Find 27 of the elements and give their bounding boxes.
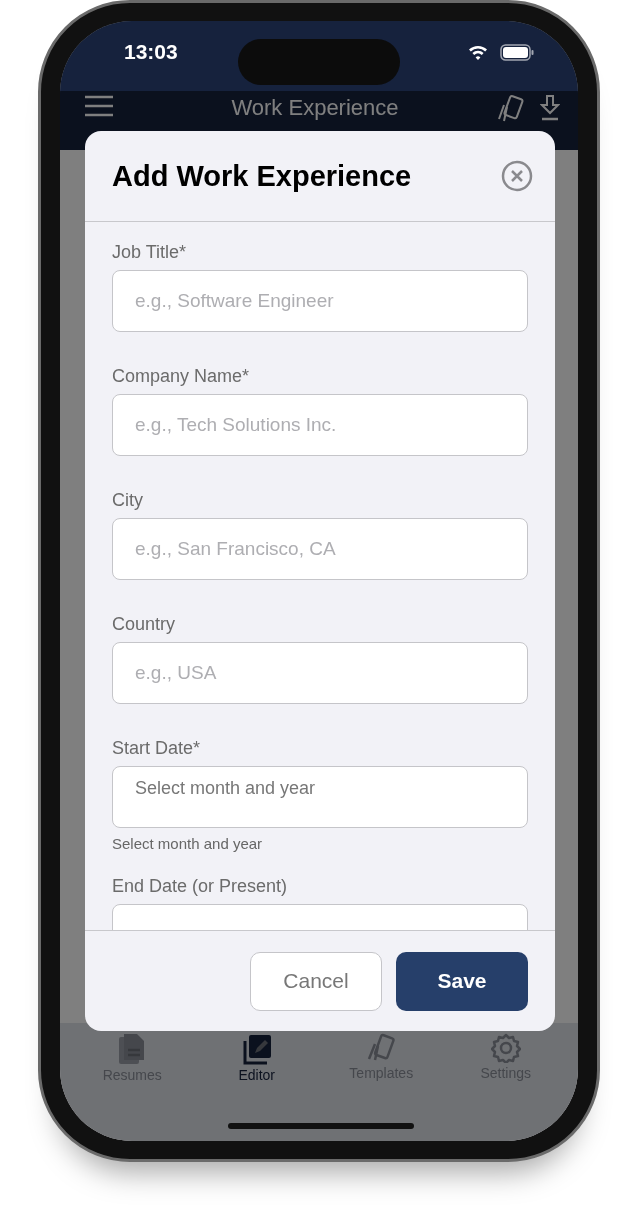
edit-icon: [241, 1033, 272, 1065]
input-field[interactable]: e.g., Software Engineer: [112, 270, 528, 332]
input-field[interactable]: e.g., Tech Solutions Inc.: [112, 394, 528, 456]
input-field[interactable]: Select month and year: [112, 766, 528, 828]
battery-icon: [500, 43, 534, 61]
dialog-title: Add Work Experience: [112, 159, 412, 193]
field-label: Start Date*: [112, 738, 202, 759]
settings-icon: [490, 1033, 521, 1063]
input-field[interactable]: e.g., San Francisco, CA: [112, 518, 528, 580]
input-field[interactable]: e.g., USA: [112, 642, 528, 704]
tab-item[interactable]: Editor: [201, 1033, 312, 1103]
close-icon[interactable]: [501, 160, 533, 192]
status-time: 13:03: [124, 40, 178, 64]
field-hint: Select month and year: [112, 835, 264, 852]
field-label: Country: [112, 614, 177, 635]
cancel-button[interactable]: Cancel: [250, 951, 382, 1011]
field-label: Job Title*: [112, 242, 188, 263]
cards-icon: [365, 1033, 398, 1063]
menu-icon[interactable]: [84, 95, 114, 117]
download-icon[interactable]: [540, 95, 560, 121]
screen-title: Work Experience: [230, 95, 400, 121]
field-label: End Date (or Present): [112, 876, 289, 897]
cards-icon[interactable]: [496, 95, 526, 123]
field-label: City: [112, 490, 144, 511]
save-button[interactable]: Save: [396, 951, 528, 1011]
wifi-icon: [468, 44, 488, 60]
field-label: Company Name*: [112, 366, 251, 387]
